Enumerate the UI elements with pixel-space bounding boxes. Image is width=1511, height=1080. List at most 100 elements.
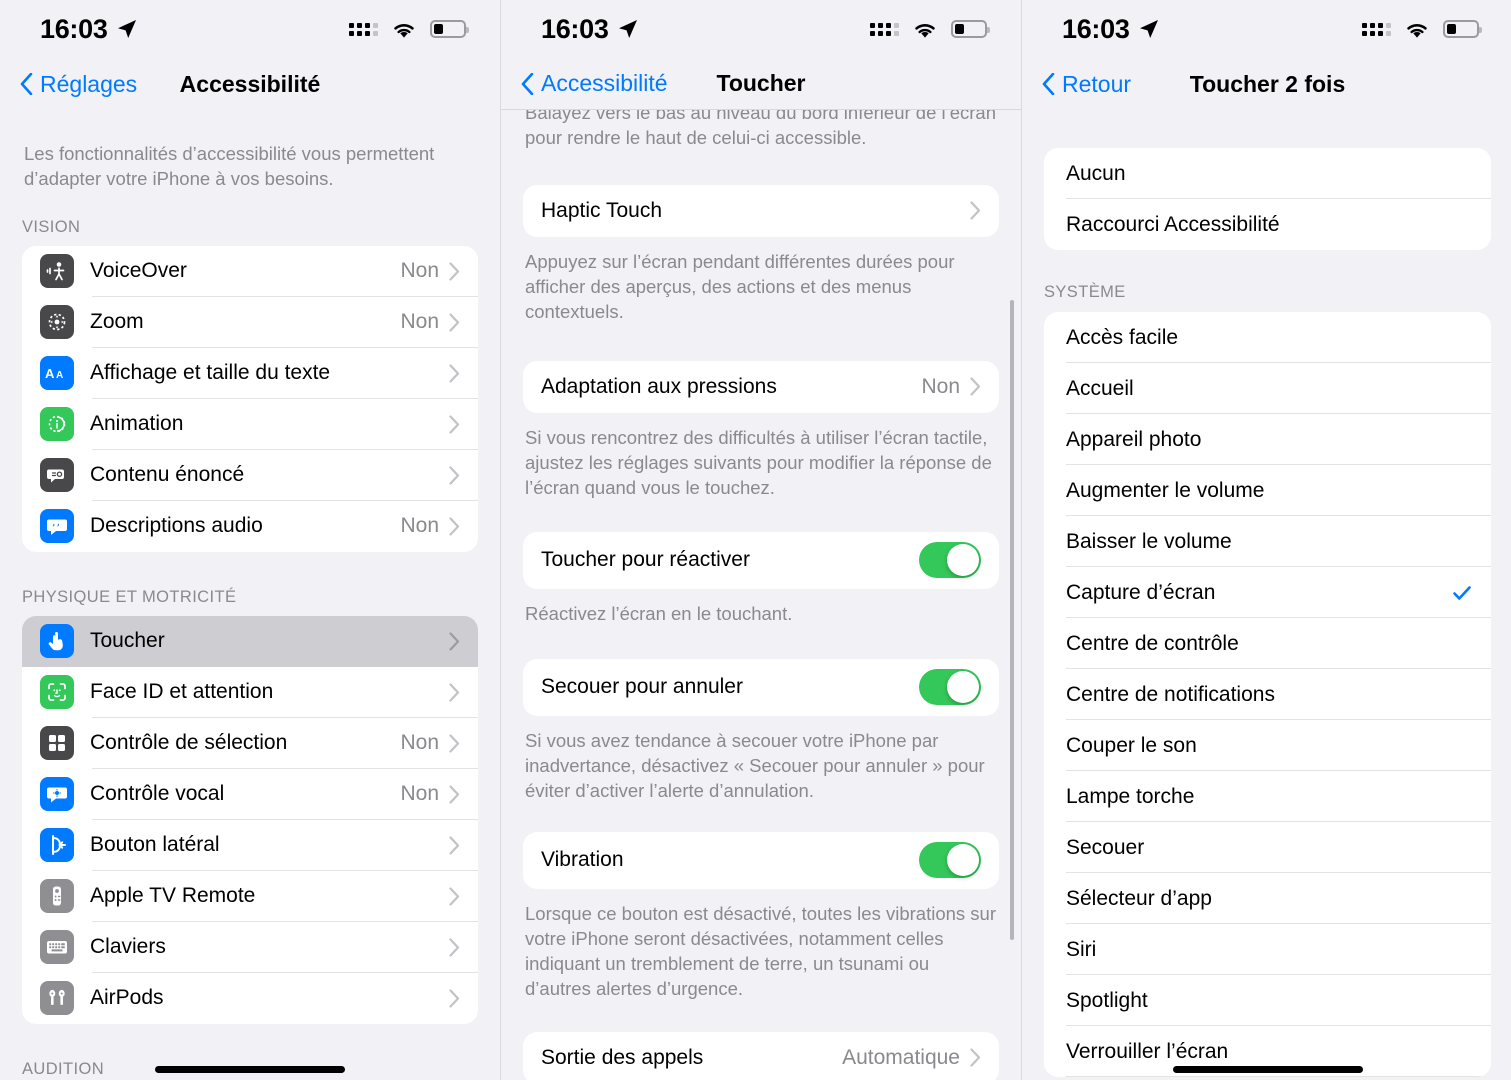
- sidebar-item-label: Apple TV Remote: [90, 884, 256, 908]
- option-raccourci-accessibilite[interactable]: Raccourci Accessibilité: [1044, 199, 1491, 250]
- status-time: 16:03: [541, 13, 609, 44]
- option-siri[interactable]: Siri: [1044, 924, 1491, 975]
- sidebar-item-label: Contrôle vocal: [90, 782, 225, 806]
- option-lampe-torche[interactable]: Lampe torche: [1044, 771, 1491, 822]
- status-bar-2: 16:03: [501, 0, 1021, 58]
- cellular-signal-icon: [870, 22, 899, 36]
- sidebar-item-voiceover[interactable]: VoiceOver Non: [22, 246, 478, 297]
- option-spotlight[interactable]: Spotlight: [1044, 975, 1491, 1026]
- row-haptic-touch[interactable]: Haptic Touch: [523, 185, 999, 237]
- section-header-physique: PHYSIQUE ET MOTRICITÉ: [22, 587, 237, 606]
- battery-icon: [430, 20, 469, 38]
- option-couper-le-son[interactable]: Couper le son: [1044, 720, 1491, 771]
- sidebar-item-label: Contrôle de sélection: [90, 731, 288, 755]
- sidebar-item-toucher[interactable]: Toucher: [22, 615, 478, 667]
- option-selecteur-dapp[interactable]: Sélecteur d’app: [1044, 873, 1491, 924]
- voiceover-icon: [40, 254, 74, 289]
- wifi-icon: [1404, 20, 1430, 39]
- option-capture-decran[interactable]: Capture d’écran: [1044, 567, 1491, 618]
- audio-descriptions-icon: [40, 509, 74, 544]
- option-augmenter-le-volume[interactable]: Augmenter le volume: [1044, 465, 1491, 516]
- chevron-right-icon: [449, 262, 460, 281]
- row-vibration[interactable]: Vibration: [523, 832, 999, 889]
- sidebar-item-value: Non: [400, 259, 439, 283]
- back-button-retour[interactable]: Retour: [1042, 71, 1131, 98]
- sidebar-item-airpods[interactable]: AirPods: [22, 973, 478, 1024]
- scroll-area-1[interactable]: Les fonctionnalités d’accessibilité vous…: [0, 110, 500, 1080]
- appletv-remote-icon: [40, 879, 74, 914]
- sidebar-item-bouton-lateral[interactable]: Bouton latéral: [22, 820, 478, 871]
- option-acces-facile[interactable]: Accès facile: [1044, 312, 1491, 363]
- sidebar-item-value: Non: [400, 514, 439, 538]
- row-sortie-appels[interactable]: Sortie des appels Automatique: [523, 1032, 999, 1080]
- cellular-signal-icon: [349, 22, 378, 36]
- option-label: Couper le son: [1066, 733, 1197, 757]
- chevron-right-icon: [449, 683, 460, 702]
- option-label: Secouer: [1066, 835, 1145, 859]
- sidebar-item-faceid[interactable]: Face ID et attention: [22, 667, 478, 718]
- sidebar-item-label: VoiceOver: [90, 259, 187, 283]
- sidebar-item-value: Non: [400, 310, 439, 334]
- status-right-2: [870, 20, 990, 39]
- sidebar-item-claviers[interactable]: Claviers: [22, 922, 478, 973]
- row-toucher-reactiver[interactable]: Toucher pour réactiver: [523, 532, 999, 589]
- option-baisser-le-volume[interactable]: Baisser le volume: [1044, 516, 1491, 567]
- intro-text: Les fonctionnalités d’accessibilité vous…: [24, 143, 435, 189]
- option-label: Siri: [1066, 937, 1097, 961]
- chevron-right-icon: [449, 632, 460, 651]
- sidebar-item-zoom[interactable]: Zoom Non: [22, 297, 478, 348]
- option-aucun[interactable]: Aucun: [1044, 148, 1491, 199]
- svg-text:A: A: [56, 370, 63, 381]
- option-label: Accès facile: [1066, 325, 1179, 349]
- row-adaptation-pressions[interactable]: Adaptation aux pressions Non: [523, 361, 999, 413]
- status-right-1: [349, 20, 469, 39]
- note-secouer-annuler: Si vous avez tendance à secouer votre iP…: [525, 729, 985, 801]
- option-accueil[interactable]: Accueil: [1044, 363, 1491, 414]
- switch-control-icon: [40, 726, 74, 761]
- sidebar-item-label: Claviers: [90, 935, 166, 959]
- chevron-right-icon: [970, 201, 981, 221]
- cellular-signal-icon: [1362, 22, 1391, 36]
- row-secouer-annuler[interactable]: Secouer pour annuler: [523, 659, 999, 716]
- option-label: Spotlight: [1066, 988, 1148, 1012]
- option-appareil-photo[interactable]: Appareil photo: [1044, 414, 1491, 465]
- panel-accessibilite: 16:03 Réglages Accessibilité Les fonctio…: [0, 0, 500, 1080]
- sidebar-item-value: Non: [400, 731, 439, 755]
- section-card-physique: Toucher Face ID et attention Contrôle de…: [22, 615, 478, 1024]
- section-header-systeme: SYSTÈME: [1044, 283, 1126, 301]
- toggle-toucher-reactiver[interactable]: [919, 542, 981, 579]
- sidebar-item-controle-selection[interactable]: Contrôle de sélection Non: [22, 718, 478, 769]
- sidebar-item-contenu-enonce[interactable]: Contenu énoncé: [22, 450, 478, 501]
- option-centre-de-notifications[interactable]: Centre de notifications: [1044, 669, 1491, 720]
- scrollbar-2[interactable]: [1010, 300, 1014, 940]
- chevron-right-icon: [449, 836, 460, 855]
- chevron-right-icon: [449, 415, 460, 434]
- sidebar-item-appletv-remote[interactable]: Apple TV Remote: [22, 871, 478, 922]
- nav-bar-3: Retour Toucher 2 fois: [1022, 58, 1511, 110]
- sidebar-item-descriptions-audio[interactable]: Descriptions audio Non: [22, 501, 478, 552]
- toggle-secouer-annuler[interactable]: [919, 669, 981, 706]
- touch-hand-icon: [40, 624, 74, 659]
- toggle-vibration[interactable]: [919, 842, 981, 879]
- row-label: Sortie des appels: [541, 1045, 704, 1069]
- chevron-right-icon: [449, 466, 460, 485]
- option-secouer[interactable]: Secouer: [1044, 822, 1491, 873]
- status-bar-3: 16:03: [1022, 0, 1511, 58]
- back-button-reglages[interactable]: Réglages: [20, 71, 137, 98]
- sidebar-item-animation[interactable]: Animation: [22, 399, 478, 450]
- card-adaptation-pressions: Adaptation aux pressions Non: [523, 360, 999, 413]
- option-centre-de-controle[interactable]: Centre de contrôle: [1044, 618, 1491, 669]
- chevron-right-icon: [449, 517, 460, 536]
- airpods-icon: [40, 981, 74, 1016]
- back-button-accessibilite[interactable]: Accessibilité: [521, 70, 668, 97]
- option-label: Centre de contrôle: [1066, 631, 1239, 655]
- scroll-area-2[interactable]: Balayez vers le bas au niveau du bord in…: [501, 110, 1021, 1080]
- row-label: Vibration: [541, 848, 624, 872]
- sidebar-item-affichage-texte[interactable]: AA Affichage et taille du texte: [22, 348, 478, 399]
- sidebar-item-controle-vocal[interactable]: Contrôle vocal Non: [22, 769, 478, 820]
- note-vibration: Lorsque ce bouton est désactivé, toutes …: [525, 902, 996, 999]
- wifi-icon: [391, 20, 417, 39]
- scroll-area-3[interactable]: Aucun Raccourci Accessibilité SYSTÈME Ac…: [1022, 110, 1511, 1080]
- back-button-label: Retour: [1062, 70, 1132, 97]
- sidebar-item-label: Face ID et attention: [90, 680, 274, 704]
